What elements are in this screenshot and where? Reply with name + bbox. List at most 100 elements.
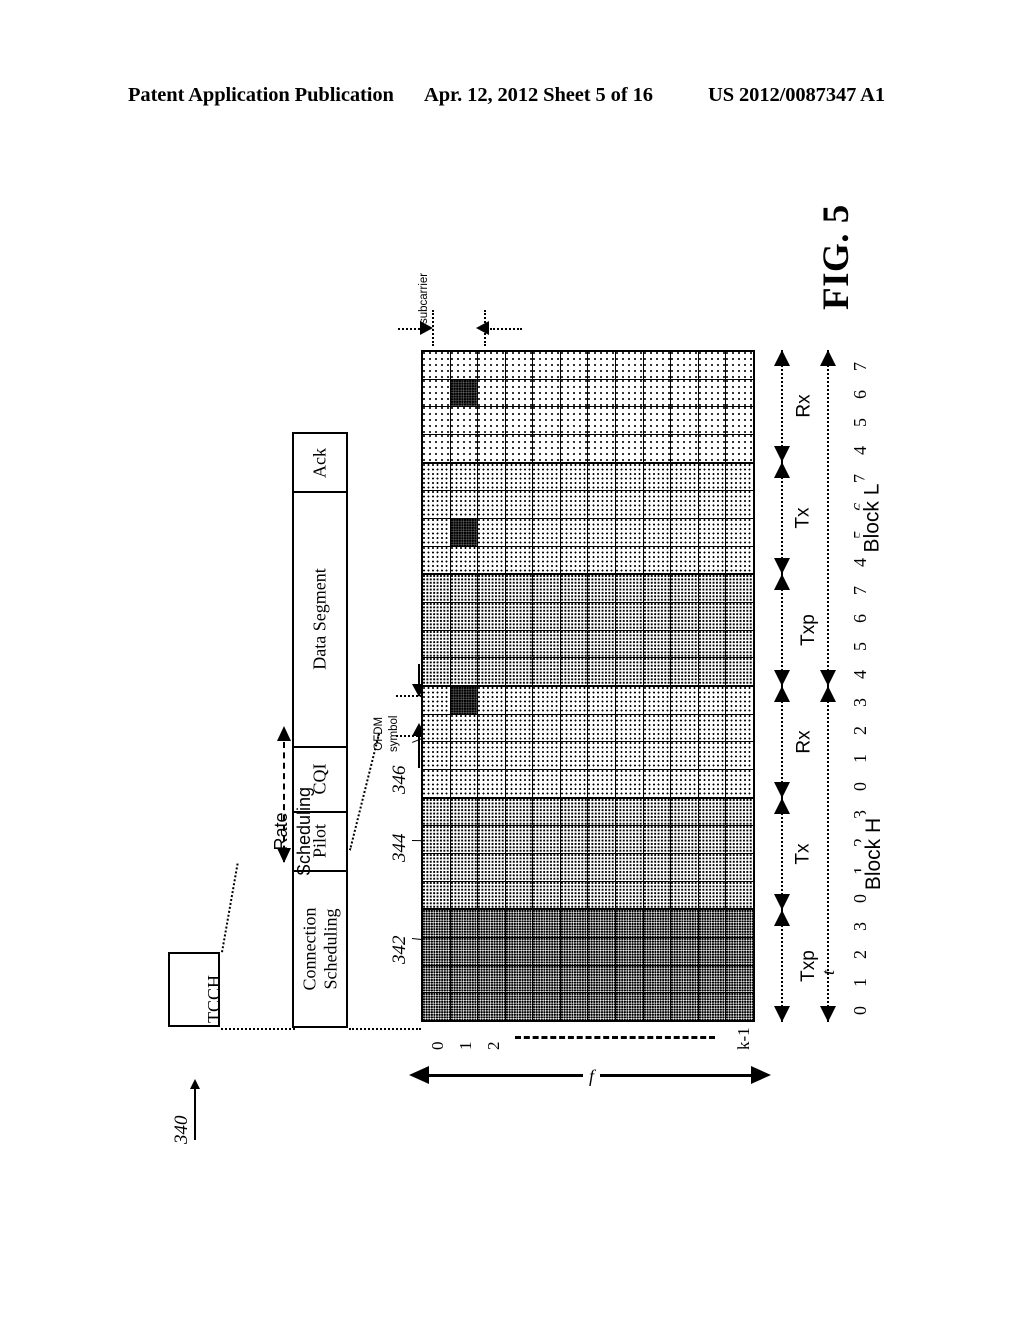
grid-cell (671, 993, 699, 1021)
block-annotation-block-l: Block L (816, 350, 886, 686)
segment-arrow-down (774, 558, 790, 574)
figure-label: FIG. 5 (816, 204, 857, 310)
grid-cell (588, 407, 617, 435)
tcch-segment-ack: Ack (294, 434, 346, 494)
grid-cell (671, 352, 699, 379)
grid-cell (560, 881, 589, 909)
grid-cell (533, 463, 561, 491)
grid-cell (533, 965, 561, 993)
grid-cell (560, 993, 589, 1021)
segment-label: Rx (792, 391, 817, 421)
grid-cell (698, 379, 727, 407)
grid-cell (616, 965, 644, 993)
grid-cell (726, 854, 753, 881)
grid-cell (643, 742, 672, 770)
grid-cell (450, 798, 479, 826)
time-index-14: 1 (850, 754, 870, 763)
grid-cell (643, 407, 672, 435)
grid-cell (505, 881, 534, 909)
grid-cell (698, 770, 727, 797)
grid-cell (423, 575, 451, 603)
grid-cell (450, 714, 479, 742)
grid-cell (533, 714, 561, 742)
grid-cell (450, 658, 479, 686)
segment-annotation-txp: Txp (770, 574, 821, 686)
grid-cell (616, 407, 644, 435)
grid-cell (726, 352, 753, 379)
grid-cell (505, 938, 534, 965)
grid-cell (671, 742, 699, 770)
grid-cell (423, 658, 451, 686)
time-index-22: 1 (850, 978, 870, 987)
grid-cell (423, 854, 451, 881)
grid-cell (560, 742, 589, 770)
grid-cell (616, 658, 644, 686)
grid-cell (450, 770, 479, 797)
grid-cell (588, 519, 617, 546)
frequency-axis-label: f (583, 1066, 601, 1087)
grid-cell (478, 575, 506, 603)
segment-arrow-down (774, 1006, 790, 1022)
grid-row (423, 854, 753, 882)
tcch-expanded-bar: Ack Data Segment CQI Pilot Connection Schedul… (292, 432, 348, 1028)
grid-cell (478, 714, 506, 742)
grid-cell (726, 714, 753, 742)
time-index-8: 7 (850, 586, 870, 595)
segment-arrow-up (774, 686, 790, 702)
expansion-line-tcch-bot (221, 1028, 295, 1030)
segment-arrow-down (774, 782, 790, 798)
grid-cell (588, 881, 617, 909)
grid-cell (478, 546, 506, 574)
frequency-arrow-right (751, 1066, 771, 1084)
grid-cell-highlighted-342 (450, 379, 479, 407)
grid-cell (505, 379, 534, 407)
grid-cell (505, 603, 534, 630)
grid-cell (671, 575, 699, 603)
grid-cell (423, 938, 451, 965)
grid-cell (616, 603, 644, 630)
grid-cell (478, 770, 506, 797)
grid-cell (588, 658, 617, 686)
grid-cell (671, 379, 699, 407)
grid-cell (423, 491, 451, 519)
segment-arrow-up (774, 350, 790, 366)
grid-cell (698, 658, 727, 686)
segment-annotation-tx: Tx (770, 798, 816, 910)
grid-row (423, 352, 753, 380)
grid-cell (616, 379, 644, 407)
grid-cell (450, 491, 479, 519)
grid-cell (560, 352, 589, 379)
grid-cell-highlighted-346 (450, 687, 479, 714)
grid-cell (616, 575, 644, 603)
grid-cell (533, 352, 561, 379)
grid-cell (643, 770, 672, 797)
grid-cell (505, 575, 534, 603)
grid-cell (616, 352, 644, 379)
grid-cell (616, 687, 644, 714)
grid-cell (698, 938, 727, 965)
grid-cell (533, 826, 561, 854)
grid-cell (588, 435, 617, 462)
grid-row (423, 993, 753, 1021)
grid-cell (616, 742, 644, 770)
grid-cell (643, 603, 672, 630)
reference-numeral-340: 340 (171, 1115, 192, 1145)
grid-cell (616, 826, 644, 854)
grid-cell (533, 519, 561, 546)
grid-cell (450, 575, 479, 603)
frequency-tick-2: 2 (483, 1041, 503, 1051)
grid-cell (450, 742, 479, 770)
grid-cell (478, 463, 506, 491)
grid-cell (643, 491, 672, 519)
grid-cell (643, 881, 672, 909)
grid-cell (698, 798, 727, 826)
grid-row (423, 910, 753, 939)
grid-cell (505, 435, 534, 462)
grid-cell (560, 658, 589, 686)
grid-cell (698, 603, 727, 630)
grid-cell (698, 630, 727, 658)
grid-cell (588, 993, 617, 1021)
grid-cell (643, 352, 672, 379)
grid-cell (450, 435, 479, 462)
grid-cell (588, 826, 617, 854)
